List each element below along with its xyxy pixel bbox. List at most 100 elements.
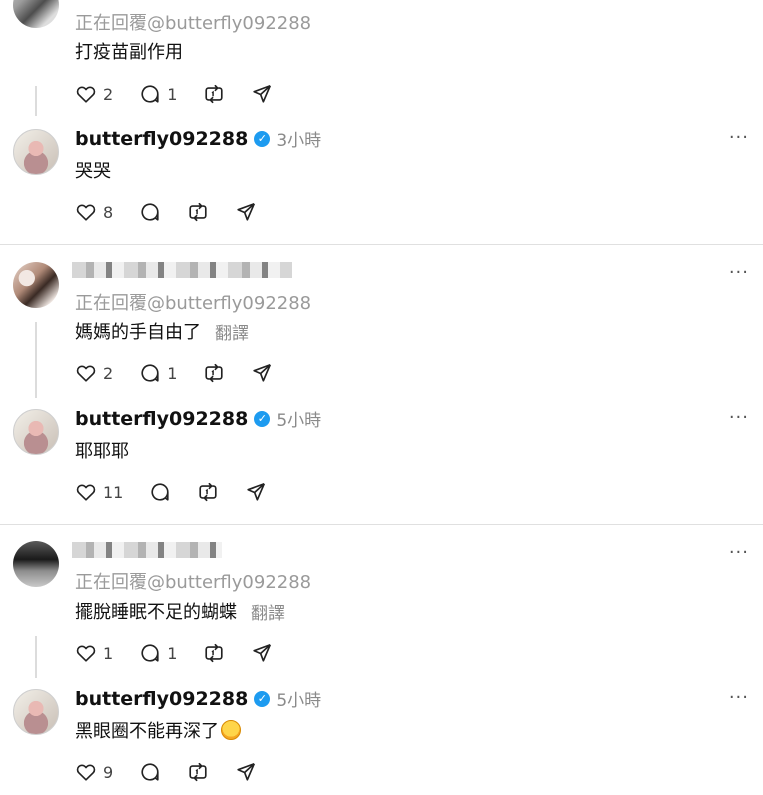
more-options-button[interactable]: ··· <box>729 127 749 148</box>
avatar[interactable] <box>13 0 59 28</box>
comment-count: 1 <box>167 643 178 663</box>
like-button[interactable]: 11 <box>75 481 123 503</box>
send-icon <box>253 84 272 103</box>
author-reply-text: 黑眼圈不能再深了 <box>75 717 241 743</box>
like-count: 1 <box>103 643 114 663</box>
translate-link[interactable]: 翻譯 <box>251 599 285 624</box>
repost-icon <box>199 482 217 502</box>
send-icon <box>253 643 272 662</box>
replying-to-label[interactable]: 正在回覆@butterfly092288 <box>75 289 311 315</box>
send-icon <box>247 482 266 501</box>
author-reply-text: 耶耶耶 <box>75 437 129 463</box>
thread-line <box>35 86 37 116</box>
share-button[interactable] <box>235 761 257 783</box>
more-options-button[interactable]: ··· <box>729 542 749 563</box>
verified-badge-icon: ✓ <box>254 690 271 707</box>
action-bar: 2 1 <box>75 361 299 385</box>
like-count: 11 <box>103 482 124 502</box>
more-options-button[interactable]: ··· <box>729 687 749 708</box>
post-time[interactable]: 3小時 <box>276 126 321 151</box>
send-icon <box>237 762 256 781</box>
comment-icon <box>141 203 159 221</box>
like-count: 2 <box>103 363 114 383</box>
post-time[interactable]: 5小時 <box>276 686 321 711</box>
heart-icon <box>76 204 96 221</box>
comment-button[interactable] <box>149 481 171 503</box>
repost-icon <box>205 84 223 104</box>
share-button[interactable] <box>235 201 257 223</box>
reply-text: 擺脫睡眠不足的蝴蝶 翻譯 <box>75 598 285 624</box>
author-header: butterfly092288 ✓ 5小時 <box>75 406 321 432</box>
author-avatar[interactable] <box>13 689 59 735</box>
send-icon <box>253 363 272 382</box>
comment-icon <box>141 364 159 382</box>
heart-icon <box>76 86 96 103</box>
author-reply-text: 哭哭 <box>75 157 111 183</box>
repost-button[interactable] <box>187 761 209 783</box>
post-time[interactable]: 5小時 <box>276 406 321 431</box>
comment-button[interactable] <box>139 201 161 223</box>
share-button[interactable] <box>251 642 273 664</box>
heart-icon <box>76 365 96 382</box>
comment-icon <box>141 85 159 103</box>
action-bar: 8 <box>75 200 283 224</box>
share-button[interactable] <box>251 83 273 105</box>
repost-button[interactable] <box>203 83 225 105</box>
like-button[interactable]: 8 <box>75 201 113 223</box>
translate-link[interactable]: 翻譯 <box>215 319 249 344</box>
like-button[interactable]: 1 <box>75 642 113 664</box>
repost-button[interactable] <box>203 362 225 384</box>
avatar[interactable] <box>13 541 59 587</box>
author-avatar[interactable] <box>13 129 59 175</box>
repost-button[interactable] <box>197 481 219 503</box>
verified-badge-icon: ✓ <box>254 410 271 427</box>
comment-icon <box>141 644 159 662</box>
send-icon <box>237 202 256 221</box>
like-button[interactable]: 9 <box>75 761 113 783</box>
share-button[interactable] <box>251 362 273 384</box>
comment-button[interactable]: 1 <box>139 83 177 105</box>
reply-text-content: 媽媽的手自由了 <box>75 322 201 343</box>
thread-line <box>35 636 37 678</box>
like-count: 8 <box>103 202 114 222</box>
repost-button[interactable] <box>203 642 225 664</box>
repost-icon <box>205 363 223 383</box>
thread-divider <box>0 524 763 525</box>
author-username[interactable]: butterfly092288 <box>75 688 248 710</box>
avatar[interactable] <box>13 262 59 308</box>
thread-line <box>35 322 37 398</box>
comment-button[interactable]: 1 <box>139 642 177 664</box>
comment-button[interactable] <box>139 761 161 783</box>
thread-divider <box>0 244 763 245</box>
heart-icon <box>76 484 96 501</box>
author-username[interactable]: butterfly092288 <box>75 408 248 430</box>
action-bar: 2 1 <box>75 82 299 106</box>
action-bar: 9 <box>75 760 283 784</box>
action-bar: 1 1 <box>75 641 299 665</box>
verified-badge-icon: ✓ <box>254 130 271 147</box>
reply-text-content: 打疫苗副作用 <box>75 42 183 63</box>
repost-icon <box>205 643 223 663</box>
replying-to-label[interactable]: 正在回覆@butterfly092288 <box>75 568 311 594</box>
comment-count: 1 <box>167 363 178 383</box>
author-reply-content: 哭哭 <box>75 161 111 182</box>
more-options-button[interactable]: ··· <box>729 407 749 428</box>
comment-count: 1 <box>167 84 178 104</box>
more-options-button[interactable]: ··· <box>729 262 749 283</box>
comment-icon <box>151 483 169 501</box>
comment-button[interactable]: 1 <box>139 362 177 384</box>
like-count: 2 <box>103 84 114 104</box>
share-button[interactable] <box>245 481 267 503</box>
replying-to-label[interactable]: 正在回覆@butterfly092288 <box>75 9 311 35</box>
author-header: butterfly092288 ✓ 3小時 <box>75 126 321 152</box>
reply-text: 媽媽的手自由了 翻譯 <box>75 318 249 344</box>
redacted-username <box>72 542 222 558</box>
author-avatar[interactable] <box>13 409 59 455</box>
repost-button[interactable] <box>187 201 209 223</box>
like-button[interactable]: 2 <box>75 83 113 105</box>
author-reply-content: 耶耶耶 <box>75 441 129 462</box>
author-username[interactable]: butterfly092288 <box>75 128 248 150</box>
repost-icon <box>189 762 207 782</box>
like-button[interactable]: 2 <box>75 362 113 384</box>
reply-text-content: 擺脫睡眠不足的蝴蝶 <box>75 602 237 623</box>
